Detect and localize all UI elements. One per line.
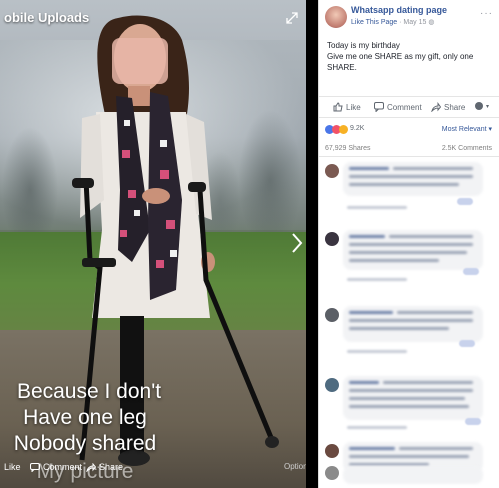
post-meta: Like This Page · May 15 ◍ (351, 18, 499, 26)
commenter-avatar[interactable] (325, 378, 339, 392)
chevron-down-icon: ▾ (486, 103, 490, 110)
post-text-line: Give me one SHARE as my gift, only one S… (327, 52, 474, 72)
post-text-line: Today is my birthday (327, 41, 400, 50)
comment-item (319, 304, 499, 366)
post-header: Whatsapp dating page Like This Page · Ma… (319, 0, 499, 36)
blurred-text (383, 381, 473, 384)
comment-icon (30, 462, 40, 472)
photo-comment-label: Comment (43, 462, 83, 472)
comment-item (319, 374, 499, 436)
page-avatar-small-icon (475, 102, 483, 110)
blurred-commenter-name (349, 311, 393, 314)
blurred-text (349, 243, 473, 246)
comment-label: Comment (387, 102, 422, 112)
blurred-text (389, 235, 473, 238)
post-action-bar: Like Comment Share ▾ (319, 96, 499, 118)
photo-viewer: obile Uploads Because I don't Have one l… (0, 0, 499, 488)
blurred-text (349, 405, 469, 408)
globe-icon: ◍ (428, 19, 435, 26)
comment-item (319, 160, 499, 216)
album-title[interactable]: obile Uploads (4, 10, 89, 25)
blurred-text (349, 175, 473, 178)
reactions-count[interactable]: 9.2K (350, 125, 364, 132)
comment-reaction-badge (463, 268, 479, 275)
comment-actions (347, 426, 407, 429)
reactions-row[interactable]: 9.2K Most Relevant ▾ (319, 121, 499, 137)
post-photo[interactable]: obile Uploads Because I don't Have one l… (0, 0, 306, 488)
commenter-avatar[interactable] (325, 232, 339, 246)
share-icon (431, 102, 441, 112)
share-label: Share (444, 102, 466, 112)
post-text: Today is my birthday Give me one SHARE a… (319, 36, 499, 73)
page-avatar[interactable] (325, 6, 347, 28)
photo-like-button[interactable]: Like (4, 462, 21, 472)
comment-reaction-badge (459, 340, 475, 347)
sad-reaction-icon (339, 125, 348, 134)
blurred-text (349, 389, 473, 392)
audience-selector[interactable]: ▾ (475, 102, 489, 110)
caption-line: Because I don't (16, 380, 162, 403)
photo-options-button[interactable]: Options (284, 462, 306, 471)
comment-sort-dropdown[interactable]: Most Relevant ▾ (442, 125, 492, 133)
photo-like-label: Like (4, 462, 21, 472)
commenter-avatar[interactable] (325, 164, 339, 178)
blurred-text (349, 259, 439, 262)
shares-count[interactable]: 67,929 Shares (325, 145, 371, 152)
share-icon (86, 462, 96, 472)
comment-bubble (343, 230, 483, 270)
blurred-text (399, 447, 473, 450)
blurred-commenter-name (349, 447, 395, 450)
page-name-link[interactable]: Whatsapp dating page (351, 5, 499, 15)
comment-bubble (343, 306, 483, 342)
blurred-text (349, 319, 473, 322)
commenter-avatar[interactable] (325, 308, 339, 322)
more-options-icon[interactable]: ··· (480, 8, 493, 19)
engagement-stats: 67,929 Shares 2.5K Comments (319, 141, 499, 157)
comment-reaction-badge (465, 418, 481, 425)
blurred-text (349, 251, 467, 254)
comment-actions (347, 278, 407, 281)
comment-bubble (343, 376, 483, 420)
comment-item (319, 228, 499, 292)
commenter-avatar[interactable] (325, 466, 339, 480)
blurred-text (349, 397, 465, 400)
like-page-link[interactable]: Like This Page (351, 19, 397, 26)
comments-count[interactable]: 2.5K Comments (442, 145, 492, 152)
photo-share-button[interactable]: Share (86, 462, 123, 472)
post-date[interactable]: May 15 (403, 19, 426, 26)
post-side-panel: Whatsapp dating page Like This Page · Ma… (318, 0, 499, 488)
photo-comment-button[interactable]: Comment (30, 462, 82, 472)
chevron-right-icon[interactable] (290, 232, 304, 254)
comment-icon (374, 102, 384, 112)
share-button[interactable]: Share (431, 102, 465, 112)
blurred-text (349, 327, 449, 330)
blurred-commenter-name (349, 381, 379, 384)
photo-action-bar: Like Comment Share Options (0, 462, 306, 480)
comment-input-field[interactable] (343, 466, 483, 484)
blurred-commenter-name (349, 167, 389, 170)
caption-line: Have one leg (23, 406, 147, 429)
comment-reaction-badge (457, 198, 473, 205)
like-button[interactable]: Like (333, 102, 361, 112)
blurred-text (393, 167, 473, 170)
blurred-text (349, 183, 459, 186)
expand-icon[interactable] (286, 12, 298, 24)
commenter-avatar[interactable] (325, 444, 339, 458)
caption-line: Nobody shared (13, 432, 157, 455)
photo-share-label: Share (99, 462, 124, 472)
blurred-commenter-name (349, 235, 385, 238)
blurred-text (349, 455, 469, 458)
comment-bubble (343, 162, 483, 196)
like-label: Like (346, 102, 361, 112)
comment-item (319, 464, 499, 488)
comment-button[interactable]: Comment (374, 102, 422, 112)
thumbs-up-icon (333, 102, 343, 112)
comment-actions (347, 350, 407, 353)
blurred-text (397, 311, 473, 314)
comment-actions (347, 206, 407, 209)
